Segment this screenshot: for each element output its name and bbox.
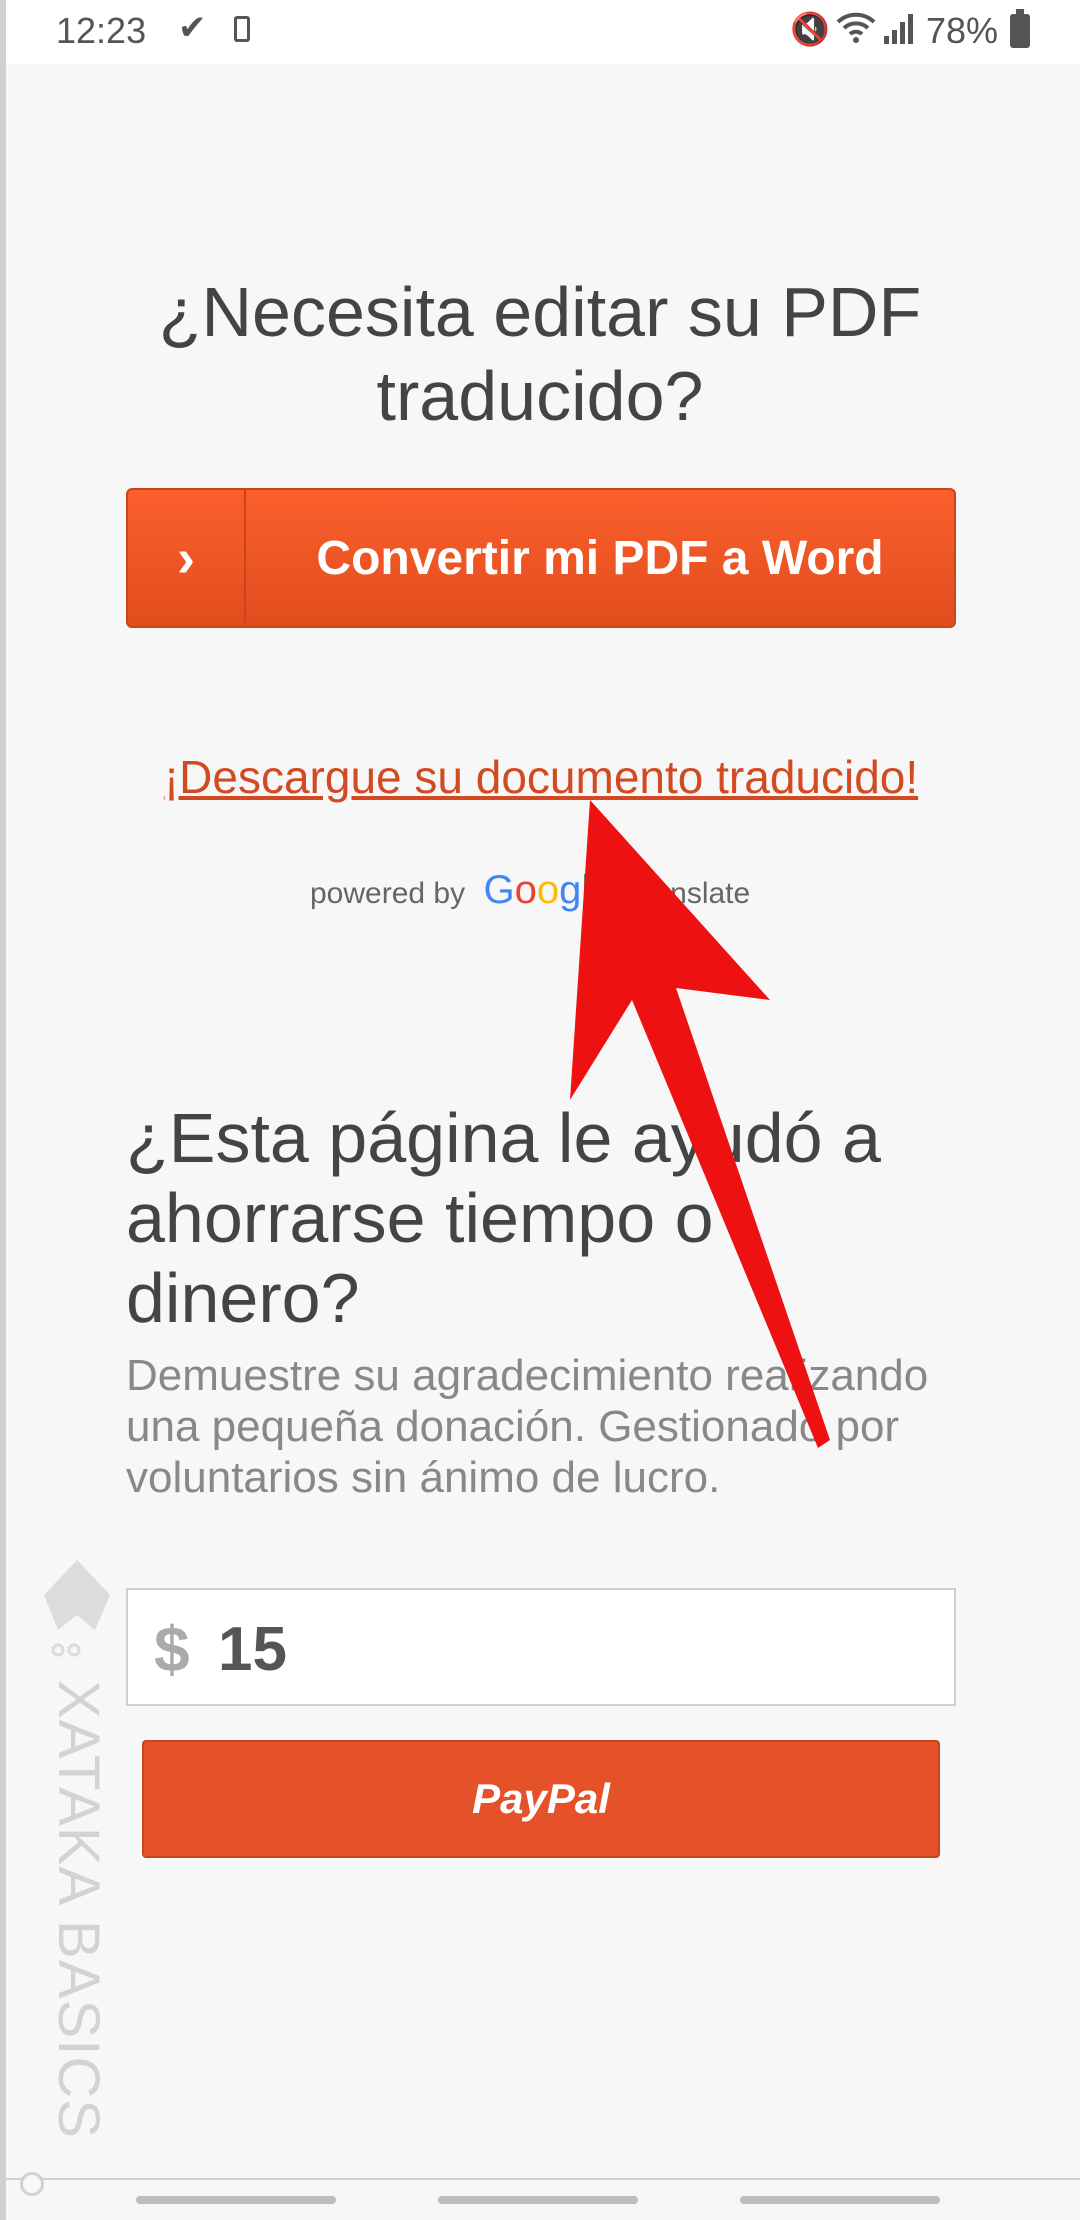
status-bar: 12:23 ✔ 🔇 78% xyxy=(6,0,1080,64)
mute-icon: 🔇 xyxy=(790,11,830,47)
donation-amount-value: 15 xyxy=(218,1615,287,1684)
device-icon xyxy=(234,16,250,42)
page-heading: ¿Necesita editar su PDF traducido? xyxy=(158,273,922,435)
convert-button-label: Convertir mi PDF a Word xyxy=(316,531,884,585)
watermark-text-wrap: XATAKA BASICS xyxy=(42,1680,122,2139)
nav-home-button[interactable] xyxy=(438,2196,638,2204)
donation-amount-input[interactable]: $ 15 xyxy=(126,1588,956,1706)
battery-percent: 78% xyxy=(926,10,999,51)
currency-symbol: $ xyxy=(154,1613,190,1685)
battery-icon xyxy=(1010,9,1030,48)
convert-pdf-to-word-button[interactable]: › Convertir mi PDF a Word xyxy=(126,488,956,628)
xataka-logo-icon xyxy=(44,1560,110,1657)
powered-by-label: powered by xyxy=(310,877,466,910)
chevron-right-icon: › xyxy=(128,490,246,626)
wifi-icon xyxy=(836,10,876,53)
red-arrow-annotation xyxy=(570,800,830,1448)
download-translated-link[interactable]: ¡Descargue su documento traducido! xyxy=(126,750,956,804)
nav-back-button[interactable] xyxy=(740,2196,940,2204)
watermark-text: XATAKA BASICS xyxy=(46,1680,111,2139)
signal-icon xyxy=(882,12,916,55)
nav-recent-button[interactable] xyxy=(136,2196,336,2204)
download-done-icon: ✔ xyxy=(178,9,207,47)
bottom-divider xyxy=(0,2178,1080,2180)
scroll-indicator-icon xyxy=(20,2172,44,2196)
clock: 12:23 xyxy=(56,10,147,51)
paypal-button[interactable]: PayPal xyxy=(142,1740,940,1858)
left-edge xyxy=(0,0,6,2220)
